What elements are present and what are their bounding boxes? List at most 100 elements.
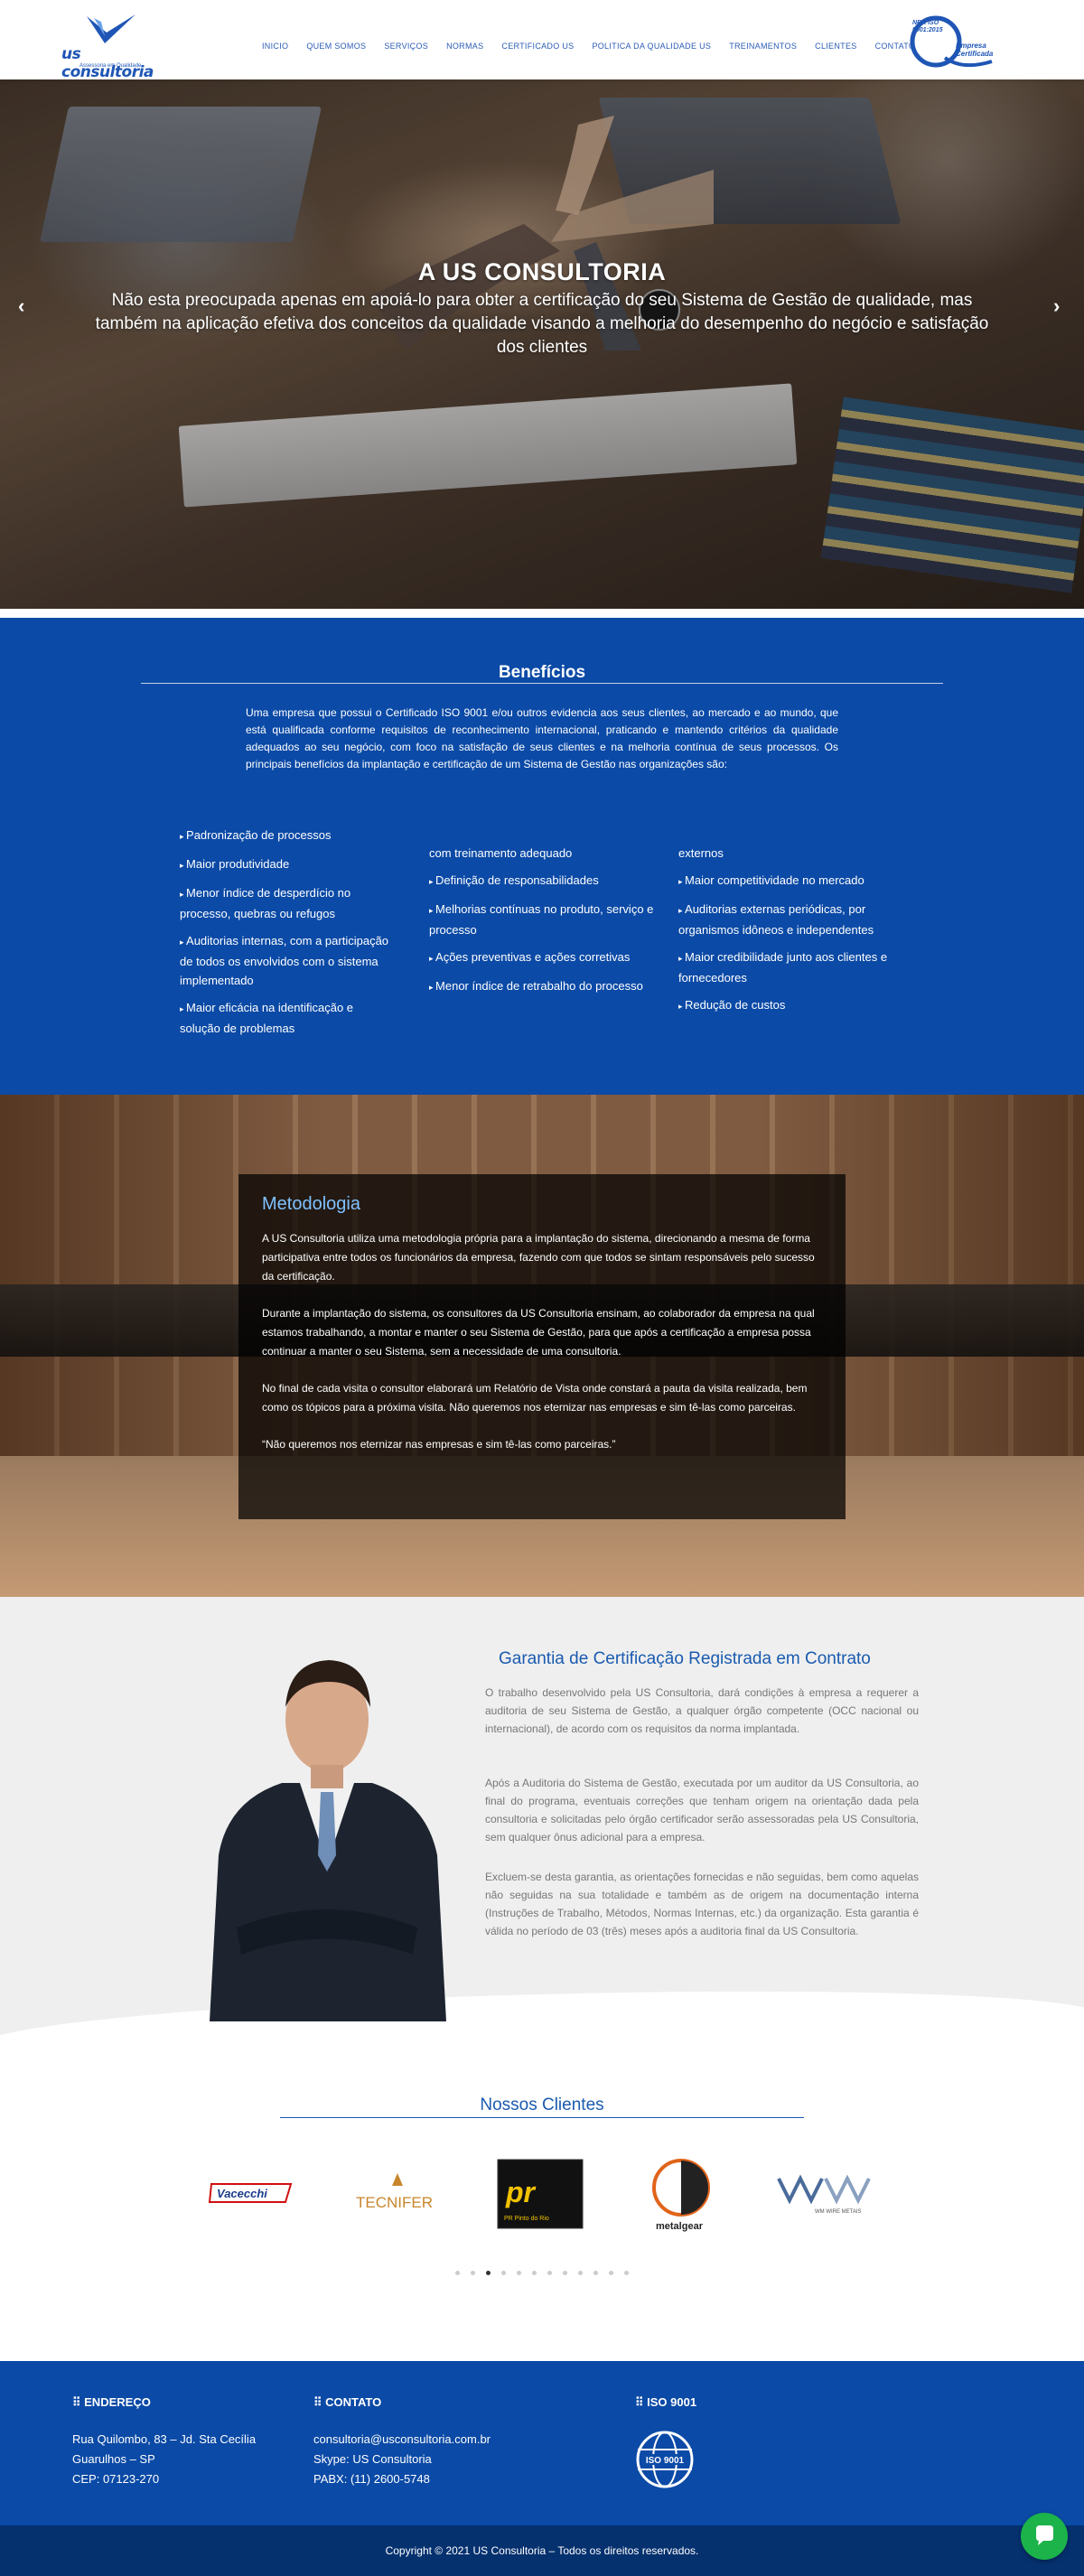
beneficios-intro: Uma empresa que possui o Certificado ISO… <box>246 706 838 770</box>
footer-contact-title: CONTATO <box>325 2395 382 2409</box>
garantia-section: Garantia de Certificação Registrada em C… <box>0 1597 1084 2049</box>
client-logo-text: Vacecchi <box>217 2187 267 2200</box>
slider-prev-button[interactable]: ‹ <box>18 294 24 318</box>
nav-inicio[interactable]: INICIO <box>262 42 288 51</box>
copyright-bar: Copyright © 2021 US Consultoria – Todos … <box>0 2525 1084 2576</box>
metodologia-section: Metodologia A US Consultoria utiliza uma… <box>0 1095 1084 1597</box>
seal-text: Empresa Certificada <box>956 42 994 58</box>
hero-text: Não esta preocupada apenas em apoiá-lo p… <box>95 291 989 357</box>
slider-next-button[interactable]: › <box>1053 294 1060 318</box>
metodologia-paragraph: No final de cada visita o consultor elab… <box>262 1382 808 1414</box>
list-item: Redução de custos <box>678 995 913 1016</box>
site-header: us consultoria Assessoria em Qualidade I… <box>0 0 1084 81</box>
list-item-continuation: externos <box>678 846 724 860</box>
list-item: Menor índice de desperdício no processo,… <box>180 883 397 923</box>
iso-badge-text: ISO 9001 <box>646 2456 685 2466</box>
nav-certificado-us[interactable]: CERTIFICADO US <box>501 42 574 51</box>
list-item: Melhorias contínuas no produto, serviço … <box>429 900 664 939</box>
beneficios-section: Benefícios Uma empresa que possui o Cert… <box>0 618 1084 1095</box>
carousel-dot[interactable] <box>455 2271 460 2275</box>
list-item: Maior produtividade <box>180 854 397 875</box>
logo-tagline: Assessoria em Qualidade <box>79 63 142 69</box>
grip-icon: ⠿ <box>72 2395 85 2409</box>
garantia-paragraph: Excluem-se desta garantia, as orientaçõe… <box>485 1871 919 1937</box>
list-item: Definição de responsabilidades <box>429 871 664 891</box>
nav-normas[interactable]: NORMAS <box>446 42 483 51</box>
carousel-dot[interactable] <box>471 2271 475 2275</box>
contact-phone: PABX: (11) 2600-5748 <box>313 2472 430 2486</box>
divider <box>141 683 943 684</box>
section-wave <box>0 1979 1084 2049</box>
metodologia-paragraph: Durante a implantação do sistema, os con… <box>262 1307 815 1358</box>
carousel-dot[interactable] <box>517 2271 521 2275</box>
carousel-dot[interactable] <box>501 2271 506 2275</box>
hero-slider: A US CONSULTORIA Não esta preocupada ape… <box>0 79 1084 609</box>
metodologia-paragraph: A US Consultoria utiliza uma metodologia… <box>262 1232 815 1283</box>
client-logo-metalgear[interactable]: metalgear <box>643 2157 724 2233</box>
client-logo-text: metalgear <box>656 2221 704 2232</box>
client-logo-text: WM WIRE METAIS <box>815 2209 862 2215</box>
metodologia-box: Metodologia A US Consultoria utiliza uma… <box>238 1174 846 1519</box>
list-item: Maior competitividade no mercado <box>678 871 913 891</box>
chat-bubble-icon <box>1036 2525 1053 2545</box>
certification-seal: NBR ISO 9001:2015 Empresa Certificada <box>909 14 994 69</box>
address-line: Rua Quilombo, 83 – Jd. Sta Cecília <box>72 2432 257 2446</box>
garantia-paragraph: Após a Auditoria do Sistema de Gestão, e… <box>485 1777 919 1843</box>
garantia-paragraph: O trabalho desenvolvido pela US Consulto… <box>485 1686 919 1735</box>
metodologia-title: Metodologia <box>262 1194 360 1214</box>
carousel-dot[interactable] <box>547 2271 552 2275</box>
carousel-dot[interactable] <box>578 2271 583 2275</box>
garantia-title: Garantia de Certificação Registrada em C… <box>499 1649 871 1668</box>
nav-servicos[interactable]: SERVIÇOS <box>384 42 428 51</box>
footer-contact: ⠿ CONTATO consultoria@usconsultoria.com.… <box>313 2395 491 2489</box>
carousel-dots <box>0 2263 1084 2280</box>
list-item: Maior credibilidade junto aos clientes e… <box>678 947 913 987</box>
list-item-continuation: com treinamento adequado <box>429 846 573 860</box>
nav-clientes[interactable]: CLIENTES <box>815 42 856 51</box>
address-line: Guarulhos – SP <box>72 2452 155 2466</box>
chat-button[interactable] <box>1021 2513 1068 2560</box>
beneficios-list-1: Padronização de processos Maior produtiv… <box>180 826 397 1046</box>
carousel-dot[interactable] <box>486 2271 491 2275</box>
client-logo-wire-metais[interactable]: WM WIRE METAIS <box>775 2171 874 2217</box>
footer-address: ⠿ ENDEREÇO Rua Quilombo, 83 – Jd. Sta Ce… <box>72 2395 256 2489</box>
carousel-dot[interactable] <box>609 2271 613 2275</box>
carousel-dot[interactable] <box>593 2271 598 2275</box>
carousel-dot[interactable] <box>624 2271 629 2275</box>
iso-globe-icon: ISO 9001 <box>636 2431 694 2488</box>
address-line: CEP: 07123-270 <box>72 2472 160 2486</box>
footer-address-title: ENDEREÇO <box>84 2395 151 2409</box>
list-item: Ações preventivas e ações corretivas <box>429 947 664 968</box>
list-item: Auditorias internas, com a participação … <box>180 931 397 990</box>
grip-icon: ⠿ <box>635 2395 648 2409</box>
nav-treinamentos[interactable]: TREINAMENTOS <box>729 42 797 51</box>
list-item: Maior eficácia na identificação e soluçã… <box>180 998 397 1038</box>
logo-v-mark <box>87 14 136 43</box>
divider <box>280 2117 804 2118</box>
svg-text:pr: pr <box>505 2176 537 2208</box>
client-logo-tecnifer[interactable]: TECNIFER <box>352 2170 452 2215</box>
hero-title: A US CONSULTORIA <box>417 258 667 285</box>
beneficios-title: Benefícios <box>498 663 586 682</box>
contact-email-link[interactable]: consultoria@usconsultoria.com.br <box>313 2430 491 2450</box>
logo[interactable]: us consultoria Assessoria em Qualidade <box>58 13 166 81</box>
main-nav: INICIO QUEM SOMOS SERVIÇOS NORMAS CERTIF… <box>262 42 915 51</box>
list-item: Auditorias externas periódicas, por orga… <box>678 900 913 939</box>
contact-skype: Skype: US Consultoria <box>313 2452 432 2466</box>
metodologia-quote: “Não queremos nos eternizar nas empresas… <box>262 1438 616 1451</box>
list-item: Menor índice de retrabalho do processo <box>429 976 664 997</box>
businessman-image <box>210 1660 446 2021</box>
carousel-dot[interactable] <box>563 2271 567 2275</box>
grip-icon: ⠿ <box>313 2395 326 2409</box>
footer-iso: ⠿ ISO 9001 ISO 9001 <box>635 2395 696 2494</box>
client-logo-text: TECNIFER <box>356 2194 433 2211</box>
footer-iso-title: ISO 9001 <box>647 2395 697 2409</box>
clients-carousel: Vacecchi TECNIFER pr PR Pinto do Rio met… <box>208 2153 876 2235</box>
nav-quem-somos[interactable]: QUEM SOMOS <box>306 42 366 51</box>
client-logo-pr[interactable]: pr PR Pinto do Rio <box>497 2159 584 2229</box>
nav-politica-qualidade[interactable]: POLITICA DA QUALIDADE US <box>592 42 711 51</box>
seal-norm: NBR ISO 9001:2015 <box>912 20 943 33</box>
carousel-dot[interactable] <box>532 2271 537 2275</box>
client-logo-vacecchi[interactable]: Vacecchi <box>208 2179 294 2211</box>
beneficios-list-3: externos Maior competitividade no mercad… <box>678 844 913 1024</box>
